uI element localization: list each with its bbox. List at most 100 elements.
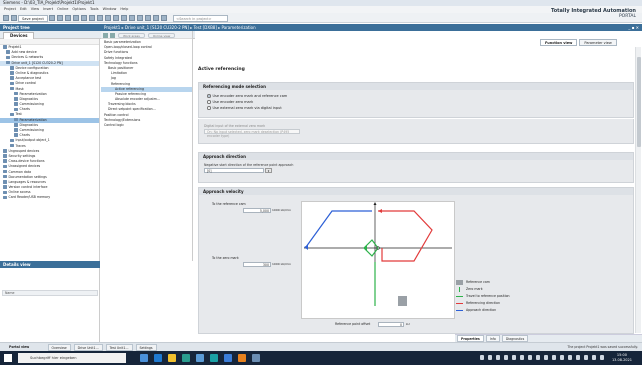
cut-icon[interactable] [56,15,63,21]
download-icon[interactable] [112,15,119,21]
dropdown-arrow-icon[interactable]: ▾ [265,168,272,173]
tree-item-label: Projekt1 [8,45,22,49]
details-view-header[interactable]: Details view [0,261,100,268]
to-cam-velocity-input[interactable]: 5,000 [243,208,271,213]
portal-tab-settings[interactable]: Settings [135,344,157,351]
details-name-column[interactable]: Name [2,290,98,296]
tray-icon[interactable] [592,355,596,360]
ref-mode-group: Referencing mode selection Use encoder z… [198,82,634,118]
menu-options[interactable]: Options [72,7,86,11]
tree-node-icon [6,60,10,65]
menu-view[interactable]: View [31,7,39,11]
new-project-icon[interactable] [3,15,9,21]
nav-item[interactable]: Control logic [101,123,192,128]
to-zero-velocity-input[interactable]: 300 [243,262,271,267]
expand-all-icon[interactable] [103,32,108,38]
tray-icon[interactable] [520,355,524,360]
approach-direction-select[interactable]: [0] [204,168,264,173]
split-horizontal-icon[interactable] [152,15,159,21]
save-project-button[interactable]: Save project [18,14,48,22]
tray-icon[interactable] [584,355,588,360]
accessible-devices-icon[interactable] [144,15,151,21]
taskbar-clock[interactable]: 15:00 13.08.2021 [612,353,632,363]
editor-window-controls[interactable]: _ ▪ ✕ [628,24,639,31]
menu-online[interactable]: Online [57,7,68,11]
tray-icon[interactable] [504,355,508,360]
radio-selected-icon[interactable] [207,94,211,98]
tia-portal-taskbar-icon[interactable] [210,354,218,362]
print-icon[interactable] [48,15,55,21]
menu-insert[interactable]: Insert [43,7,53,11]
compile-icon[interactable] [104,15,111,21]
collapse-all-icon[interactable] [110,32,115,38]
tray-icon[interactable] [600,355,604,360]
radio-icon[interactable] [207,106,211,110]
copy-icon[interactable] [64,15,71,21]
menu-tools[interactable]: Tools [90,7,99,11]
tab-diagnostics[interactable]: Diagnostics [501,335,529,342]
project-search-input[interactable]: <Search in project> [173,14,229,22]
tray-icon[interactable] [560,355,564,360]
tab-properties[interactable]: Properties [457,335,484,342]
app-icon[interactable] [224,354,232,362]
explorer-icon[interactable] [168,354,176,362]
go-offline-icon[interactable] [136,15,143,21]
tray-icon[interactable] [568,355,572,360]
go-online-icon[interactable] [128,15,135,21]
tray-icon[interactable] [552,355,556,360]
editor-scrollbar[interactable] [635,47,641,333]
tree-item-label: Mask [15,86,24,91]
tray-icon[interactable] [576,355,580,360]
windows-start-icon[interactable] [4,354,12,362]
paste-icon[interactable] [72,15,79,21]
tree-node-icon [3,169,7,174]
portal-view-button[interactable]: Portal view [3,344,32,351]
menu-project[interactable]: Project [4,7,16,11]
app-icon[interactable] [238,354,246,362]
portal-tab-overview[interactable]: Overview [47,344,71,351]
offset-input[interactable]: 0 [378,322,404,327]
ext-zero-mark-input[interactable]: On: No input selected, zero mark deselec… [204,129,300,138]
delete-icon[interactable] [80,15,87,21]
store-icon[interactable] [182,354,190,362]
ref-mode-option-2[interactable]: Use external zero mark via digital input [199,105,633,111]
legend-label: Referencing direction [466,301,500,305]
open-project-icon[interactable] [11,15,17,21]
approach-velocity-header: Approach velocity [199,188,633,195]
upload-icon[interactable] [120,15,127,21]
tree-node-icon [10,81,14,86]
tree-item-label: Common data [8,169,32,174]
undo-icon[interactable] [88,15,95,21]
online-view-pill[interactable]: Online view [147,32,176,38]
menu-window[interactable]: Window [103,7,117,11]
task-view-icon[interactable] [140,354,148,362]
redo-icon[interactable] [96,15,103,21]
tree-item-label: Traces [15,143,26,148]
mail-icon[interactable] [196,354,204,362]
edge-icon[interactable] [154,354,162,362]
scrollbar-thumb[interactable] [637,57,641,147]
portal-tab-test[interactable]: Test Unit1... [105,344,133,351]
tab-function-view[interactable]: Function view [540,39,578,46]
menu-help[interactable]: Help [120,7,128,11]
taskbar-search-input[interactable]: Suchbegriff hier eingeben [18,353,126,363]
tray-icon[interactable] [488,355,492,360]
tray-icon[interactable] [536,355,540,360]
tray-icon[interactable] [528,355,532,360]
tree-item-label: Version control interface [8,185,48,190]
tray-icon[interactable] [544,355,548,360]
tray-icon[interactable] [496,355,500,360]
tray-icon[interactable] [480,355,484,360]
radio-icon[interactable] [207,100,211,104]
tree-item[interactable]: Card Reader/USB memory [0,195,99,200]
split-vertical-icon[interactable] [160,15,167,21]
menu-edit[interactable]: Edit [20,7,27,11]
app-icon[interactable] [252,354,260,362]
tray-icon[interactable] [512,355,516,360]
nav-item-label: Passive referencing [115,91,146,96]
work-areas-pill[interactable]: Work areas [118,32,145,38]
tab-info[interactable]: Info [485,335,500,342]
portal-tab-drive[interactable]: Drive Unit1... [73,344,103,351]
tab-parameter-view[interactable]: Parameter view [579,39,617,46]
tree-node-icon [10,71,14,75]
